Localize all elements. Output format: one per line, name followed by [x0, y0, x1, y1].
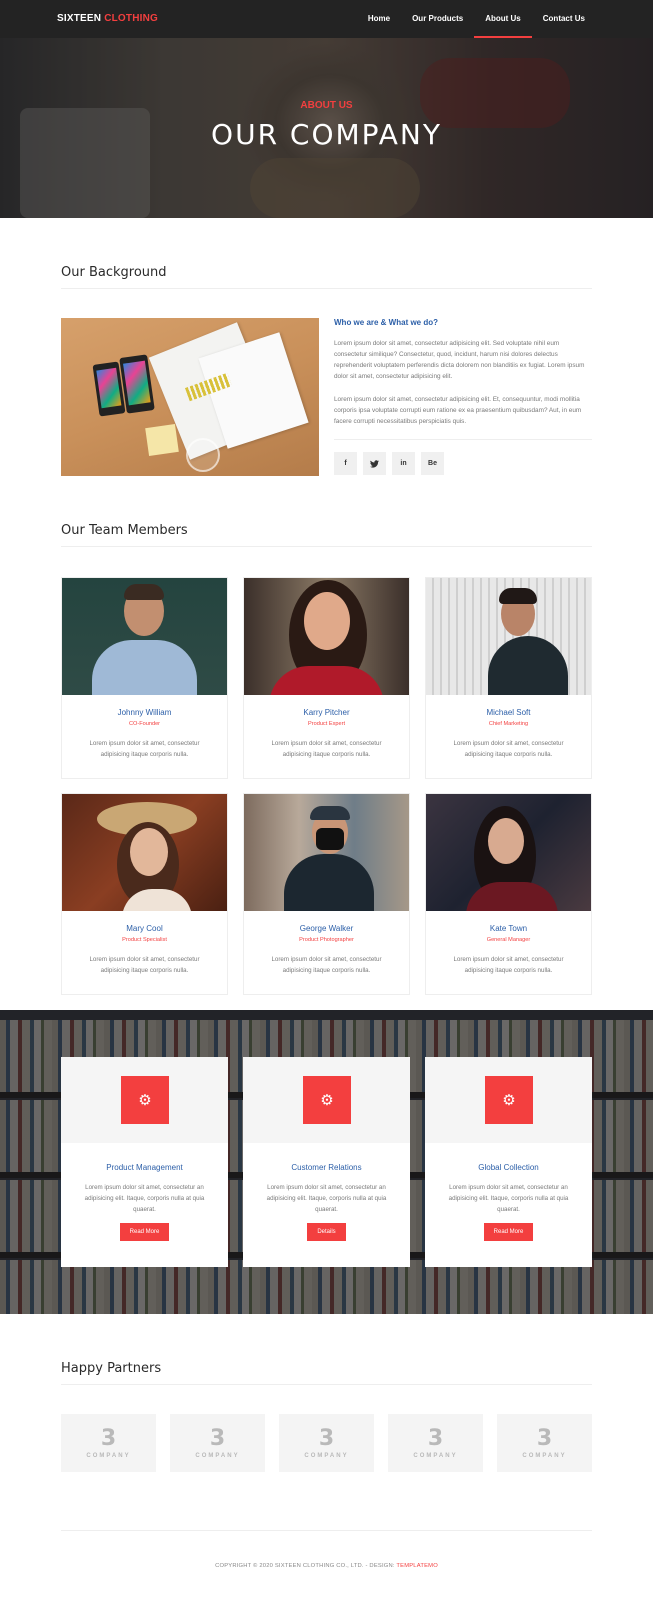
service-card: ⚙ Global Collection Lorem ipsum dolor si…	[425, 1057, 592, 1267]
team-photo	[244, 794, 409, 911]
team-photo	[62, 578, 227, 695]
twitter-icon[interactable]	[363, 452, 386, 475]
partner-mark: 3	[100, 1425, 117, 1451]
copyright-text: COPYRIGHT © 2020 SIXTEEN CLOTHING CO., L…	[215, 1563, 397, 1569]
team-member-desc: Lorem ipsum dolor sit amet, consectetur …	[453, 956, 564, 974]
team-member-role: Product Expert	[308, 721, 345, 727]
team-member-role: Chief Marketing	[488, 721, 529, 727]
partner-mark: 3	[427, 1425, 444, 1451]
partner-logo[interactable]: 3 COMPANY	[61, 1414, 156, 1472]
team-member-name: Mary Cool	[126, 924, 163, 933]
partner-text: COMPANY	[86, 1452, 131, 1459]
team-member-role: CO-Founder	[128, 721, 161, 727]
details-button[interactable]: Details	[307, 1223, 346, 1241]
team-card: Kate Town General Manager Lorem ipsum do…	[425, 793, 592, 995]
partner-mark: 3	[318, 1425, 335, 1451]
partner-text: COMPANY	[413, 1452, 458, 1459]
partners-heading: Happy Partners	[61, 1361, 592, 1385]
top-navbar: SIXTEEN CLOTHING Home Our Products About…	[0, 0, 653, 38]
service-card: ⚙ Customer Relations Lorem ipsum dolor s…	[243, 1057, 410, 1267]
partner-mark: 3	[536, 1425, 553, 1451]
partner-mark: 3	[209, 1425, 226, 1451]
team-member-name: Karry Pitcher	[303, 708, 350, 717]
service-desc: Lorem ipsum dolor sit amet, consectetur …	[266, 1184, 387, 1213]
team-photo	[426, 578, 591, 695]
brand-accent: CLOTHING	[104, 13, 159, 24]
gear-icon: ⚙	[303, 1076, 351, 1124]
team-card: George Walker Product Photographer Lorem…	[243, 793, 410, 995]
brand-main: SIXTEEN	[57, 13, 102, 24]
footer: COPYRIGHT © 2020 SIXTEEN CLOTHING CO., L…	[0, 1563, 653, 1569]
team-member-role: Product Photographer	[299, 937, 354, 943]
behance-icon[interactable]: Be	[421, 452, 444, 475]
read-more-button[interactable]: Read More	[119, 1223, 170, 1241]
read-more-button[interactable]: Read More	[483, 1223, 534, 1241]
service-desc: Lorem ipsum dolor sit amet, consectetur …	[448, 1184, 569, 1213]
service-title: Customer Relations	[291, 1163, 362, 1172]
about-paragraph-2: Lorem ipsum dolor sit amet, consectetur …	[334, 396, 582, 425]
team-member-desc: Lorem ipsum dolor sit amet, consectetur …	[453, 740, 564, 758]
partner-logo[interactable]: 3 COMPANY	[170, 1414, 265, 1472]
brand-logo[interactable]: SIXTEEN CLOTHING	[57, 13, 158, 24]
team-member-desc: Lorem ipsum dolor sit amet, consectetur …	[89, 956, 200, 974]
team-member-desc: Lorem ipsum dolor sit amet, consectetur …	[271, 740, 382, 758]
partner-logo[interactable]: 3 COMPANY	[279, 1414, 374, 1472]
team-photo	[426, 794, 591, 911]
linkedin-icon[interactable]: in	[392, 452, 415, 475]
team-card: Johnny William CO-Founder Lorem ipsum do…	[61, 577, 228, 779]
nav-link-about[interactable]: About Us	[474, 0, 532, 38]
service-title: Global Collection	[478, 1163, 539, 1172]
gear-icon: ⚙	[485, 1076, 533, 1124]
team-member-role: General Manager	[486, 937, 531, 943]
service-title: Product Management	[106, 1163, 183, 1172]
hero-subtitle: ABOUT US	[300, 100, 353, 111]
partner-text: COMPANY	[522, 1452, 567, 1459]
nav-links: Home Our Products About Us Contact Us	[357, 0, 596, 38]
hero-banner: ABOUT US OUR COMPANY	[0, 38, 653, 218]
partner-logo[interactable]: 3 COMPANY	[497, 1414, 592, 1472]
team-member-name: Johnny William	[117, 708, 172, 717]
gear-icon: ⚙	[121, 1076, 169, 1124]
templatemo-link[interactable]: TEMPLATEMO	[396, 1563, 438, 1569]
service-card: ⚙ Product Management Lorem ipsum dolor s…	[61, 1057, 228, 1267]
nav-link-home[interactable]: Home	[357, 0, 401, 38]
team-heading: Our Team Members	[61, 523, 592, 547]
background-heading: Our Background	[61, 265, 592, 289]
team-photo	[62, 794, 227, 911]
partner-text: COMPANY	[195, 1452, 240, 1459]
team-member-name: Kate Town	[489, 924, 528, 933]
team-photo	[244, 578, 409, 695]
team-card: Karry Pitcher Product Expert Lorem ipsum…	[243, 577, 410, 779]
partner-text: COMPANY	[304, 1452, 349, 1459]
footer-divider	[61, 1530, 592, 1531]
partner-logo[interactable]: 3 COMPANY	[388, 1414, 483, 1472]
background-image	[61, 318, 319, 476]
team-member-role: Product Specialist	[122, 937, 167, 943]
service-desc: Lorem ipsum dolor sit amet, consectetur …	[84, 1184, 205, 1213]
social-links: f in Be	[334, 439, 592, 475]
team-card: Mary Cool Product Specialist Lorem ipsum…	[61, 793, 228, 995]
team-member-name: George Walker	[299, 924, 354, 933]
hero-title: OUR COMPANY	[211, 118, 442, 151]
team-card: Michael Soft Chief Marketing Lorem ipsum…	[425, 577, 592, 779]
facebook-icon[interactable]: f	[334, 452, 357, 475]
team-member-name: Michael Soft	[486, 708, 531, 717]
team-member-desc: Lorem ipsum dolor sit amet, consectetur …	[89, 740, 200, 758]
about-title: Who we are & What we do?	[334, 318, 439, 327]
about-paragraph-1: Lorem ipsum dolor sit amet, consectetur …	[334, 340, 585, 380]
team-member-desc: Lorem ipsum dolor sit amet, consectetur …	[271, 956, 382, 974]
nav-link-contact[interactable]: Contact Us	[532, 0, 596, 38]
nav-link-products[interactable]: Our Products	[401, 0, 474, 38]
